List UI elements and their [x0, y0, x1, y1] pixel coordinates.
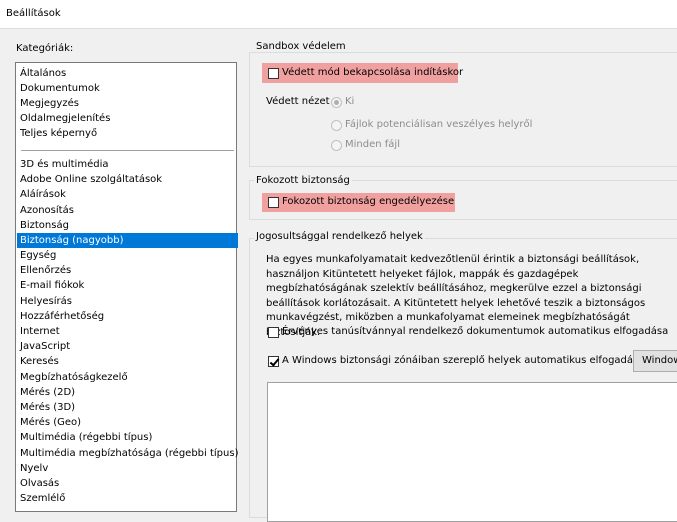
category-item[interactable]: Multimédia (régebbi típus)	[20, 430, 152, 445]
category-item[interactable]: Egység	[20, 248, 56, 263]
category-item[interactable]: E-mail fiókok	[20, 278, 84, 293]
category-item[interactable]: Teljes képernyő	[20, 126, 97, 141]
category-item-selected[interactable]: Biztonság (nagyobb)	[17, 233, 238, 248]
category-item[interactable]: Keresés	[20, 354, 59, 369]
privileged-locations-list[interactable]	[267, 382, 677, 522]
category-item[interactable]: Helyesírás	[20, 294, 72, 309]
category-item[interactable]: Mérés (Geo)	[20, 415, 81, 430]
category-item[interactable]: Szemlélő	[20, 491, 65, 506]
protected-view-all-radio[interactable]	[331, 140, 342, 151]
category-item[interactable]: Olvasás	[20, 476, 59, 491]
certified-docs-checkbox[interactable]	[268, 327, 279, 338]
category-item[interactable]: Általános	[20, 66, 66, 81]
category-item[interactable]: Mérés (3D)	[20, 400, 75, 415]
window-title: Beállítások	[6, 8, 61, 19]
category-item[interactable]: Adobe Online szolgáltatások	[20, 172, 162, 187]
title-bar	[0, 0, 677, 29]
category-item[interactable]: Megbízhatóságkezelő	[20, 370, 128, 385]
protected-view-unsafe-label[interactable]: Fájlok potenciálisan veszélyes helyről	[345, 119, 532, 130]
windows-zone-label[interactable]: A Windows biztonsági zónáiban szereplő h…	[282, 355, 644, 366]
protected-view-off-label[interactable]: Ki	[345, 96, 354, 107]
sandbox-group-title: Sandbox védelem	[254, 41, 348, 52]
category-item[interactable]: Aláírások	[20, 187, 66, 202]
protected-mode-label[interactable]: Védett mód bekapcsolása indításkor	[282, 67, 463, 78]
category-item[interactable]: Internet	[20, 324, 60, 339]
protected-view-unsafe-radio[interactable]	[331, 120, 342, 131]
category-separator	[21, 150, 234, 151]
protected-view-all-label[interactable]: Minden fájl	[345, 139, 400, 150]
enhanced-security-label[interactable]: Fokozott biztonság engedélyezése	[282, 196, 454, 207]
category-item[interactable]: Mérés (2D)	[20, 385, 75, 400]
protected-mode-checkbox[interactable]	[268, 68, 279, 79]
category-item[interactable]: Biztonság	[20, 218, 69, 233]
category-item[interactable]: Multimédia megbízhatósága (régebbi típus…	[20, 446, 238, 461]
categories-list[interactable]: Általános Dokumentumok Megjegyzés Oldalm…	[15, 62, 238, 512]
category-item[interactable]: Dokumentumok	[20, 81, 100, 96]
protected-view-label: Védett nézet	[266, 96, 330, 107]
privileged-locations-title: Jogosultsággal rendelkező helyek	[254, 231, 425, 242]
category-item[interactable]: Azonosítás	[20, 203, 74, 218]
enhanced-security-title: Fokozott biztonság	[254, 175, 352, 186]
enhanced-security-checkbox[interactable]	[268, 197, 279, 208]
windows-zone-checkbox[interactable]	[268, 356, 279, 367]
category-item[interactable]: Oldalmegjelenítés	[20, 111, 110, 126]
category-item[interactable]: Hozzáférhetőség	[20, 309, 104, 324]
categories-label: Kategóriák:	[16, 43, 74, 54]
protected-view-off-radio[interactable]	[331, 97, 342, 108]
certified-docs-label[interactable]: Érvényes tanúsítvánnyal rendelkező dokum…	[282, 326, 668, 337]
category-item[interactable]: Nyelv	[20, 461, 48, 476]
category-item[interactable]: Ellenőrzés	[20, 263, 71, 278]
category-item[interactable]: JavaScript	[20, 339, 70, 354]
category-item[interactable]: Megjegyzés	[20, 96, 79, 111]
windows-button[interactable]: Windows	[633, 350, 677, 372]
category-item[interactable]: 3D és multimédia	[20, 157, 109, 172]
